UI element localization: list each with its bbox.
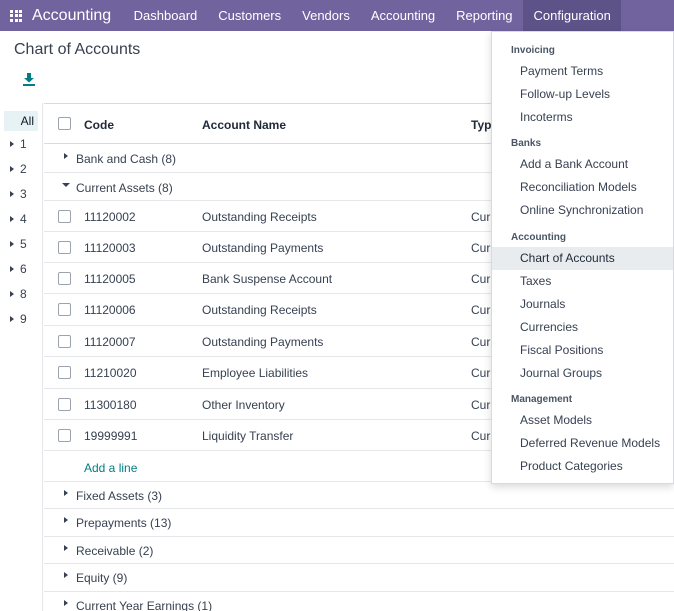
caret-right-icon — [64, 545, 68, 551]
account-code: 11120003 — [84, 241, 136, 255]
row-checkbox[interactable] — [58, 303, 71, 316]
column-header-type[interactable]: Typ — [471, 118, 491, 132]
menu-item-product-categories[interactable]: Product Categories — [492, 455, 673, 478]
sidebar-item-6[interactable]: 6 — [10, 262, 27, 276]
menu-dashboard[interactable]: Dashboard — [123, 0, 208, 31]
account-name: Bank Suspense Account — [202, 272, 333, 286]
group-row-prepayments[interactable]: Prepayments (13) — [44, 509, 674, 537]
group-row-receivable[interactable]: Receivable (2) — [44, 537, 674, 564]
add-line-link[interactable]: Add a line — [84, 461, 137, 475]
group-label: Current Assets (8) — [76, 181, 173, 195]
group-row-fixed-assets[interactable]: Fixed Assets (3) — [44, 482, 674, 509]
sidebar-item-1[interactable]: 1 — [10, 137, 27, 151]
column-header-account-name[interactable]: Account Name — [202, 118, 286, 132]
caret-right-icon — [64, 572, 68, 578]
dropdown-section-management: Management — [511, 394, 573, 405]
account-name: Outstanding Receipts — [202, 303, 317, 317]
group-row-current-year-earnings[interactable]: Current Year Earnings (1) — [44, 592, 674, 611]
dropdown-section-invoicing: Invoicing — [511, 45, 555, 56]
row-checkbox[interactable] — [58, 398, 71, 411]
account-code: 11120005 — [84, 272, 136, 286]
menu-customers[interactable]: Customers — [208, 0, 292, 31]
menu-item-taxes[interactable]: Taxes — [492, 270, 673, 293]
group-label: Receivable (2) — [76, 544, 154, 558]
top-navbar: Accounting Dashboard Customers Vendors A… — [0, 0, 674, 31]
sidebar-item-2[interactable]: 2 — [10, 162, 27, 176]
menu-item-fiscal-positions[interactable]: Fiscal Positions — [492, 339, 673, 362]
dropdown-section-banks: Banks — [511, 138, 542, 149]
caret-right-icon — [10, 191, 14, 197]
sidebar-item-5[interactable]: 5 — [10, 237, 27, 251]
row-checkbox[interactable] — [58, 241, 71, 254]
menu-item-reconciliation-models[interactable]: Reconciliation Models — [492, 176, 673, 199]
caret-right-icon — [10, 216, 14, 222]
caret-right-icon — [10, 166, 14, 172]
caret-right-icon — [64, 490, 68, 496]
menu-item-incoterms[interactable]: Incoterms — [492, 106, 673, 129]
menu-item-deferred-revenue-models[interactable]: Deferred Revenue Models — [492, 432, 673, 455]
caret-right-icon — [10, 266, 14, 272]
menu-item-chart-of-accounts[interactable]: Chart of Accounts — [492, 247, 673, 270]
group-label: Fixed Assets (3) — [76, 489, 163, 503]
account-name: Outstanding Payments — [202, 241, 324, 255]
dropdown-section-accounting: Accounting — [511, 232, 566, 243]
group-sidebar: All 1 2 3 4 5 6 8 9 — [0, 103, 43, 611]
caret-right-icon — [64, 153, 68, 159]
account-name: Outstanding Payments — [202, 335, 324, 349]
account-code: 11120002 — [84, 210, 136, 224]
row-checkbox[interactable] — [58, 366, 71, 379]
row-checkbox[interactable] — [58, 335, 71, 348]
account-code: 11300180 — [84, 398, 137, 412]
sidebar-item-9[interactable]: 9 — [10, 312, 27, 326]
configuration-dropdown: Invoicing Payment Terms Follow-up Levels… — [491, 31, 674, 484]
caret-right-icon — [64, 517, 68, 523]
app-brand[interactable]: Accounting — [32, 7, 111, 25]
menu-item-asset-models[interactable]: Asset Models — [492, 409, 673, 432]
column-header-code[interactable]: Code — [84, 118, 114, 132]
sidebar-item-all[interactable]: All — [4, 111, 38, 131]
apps-menu-icon[interactable] — [0, 0, 32, 31]
group-label: Equity (9) — [76, 571, 128, 585]
account-name: Outstanding Receipts — [202, 210, 317, 224]
row-checkbox[interactable] — [58, 429, 71, 442]
caret-right-icon — [10, 241, 14, 247]
group-row-equity[interactable]: Equity (9) — [44, 564, 674, 592]
account-code: 11120006 — [84, 303, 136, 317]
menu-configuration[interactable]: Configuration — [523, 0, 622, 31]
menu-item-journal-groups[interactable]: Journal Groups — [492, 362, 673, 385]
account-code: 19999991 — [84, 429, 138, 443]
row-checkbox[interactable] — [58, 210, 71, 223]
menu-item-payment-terms[interactable]: Payment Terms — [492, 60, 673, 83]
group-label: Current Year Earnings (1) — [76, 599, 213, 611]
caret-right-icon — [10, 316, 14, 322]
menu-item-follow-up-levels[interactable]: Follow-up Levels — [492, 83, 673, 106]
menu-item-online-synchronization[interactable]: Online Synchronization — [492, 199, 673, 222]
menu-vendors[interactable]: Vendors — [292, 0, 361, 31]
sidebar-item-8[interactable]: 8 — [10, 287, 27, 301]
caret-right-icon — [10, 291, 14, 297]
account-name: Other Inventory — [202, 398, 285, 412]
group-label: Prepayments (13) — [76, 516, 172, 530]
caret-right-icon — [10, 141, 14, 147]
menu-item-journals[interactable]: Journals — [492, 293, 673, 316]
account-name: Liquidity Transfer — [202, 429, 294, 443]
row-checkbox[interactable] — [58, 272, 71, 285]
page-title: Chart of Accounts — [14, 41, 141, 58]
sidebar-item-4[interactable]: 4 — [10, 212, 27, 226]
menu-accounting[interactable]: Accounting — [360, 0, 445, 31]
caret-right-icon — [64, 600, 68, 606]
sidebar-item-3[interactable]: 3 — [10, 187, 27, 201]
account-code: 11210020 — [84, 366, 137, 380]
account-name: Employee Liabilities — [202, 366, 309, 380]
select-all-checkbox[interactable] — [58, 117, 71, 130]
menu-reporting[interactable]: Reporting — [446, 0, 523, 31]
caret-down-icon — [62, 183, 70, 187]
menu-item-currencies[interactable]: Currencies — [492, 316, 673, 339]
account-code: 11120007 — [84, 335, 136, 349]
group-label: Bank and Cash (8) — [76, 152, 177, 166]
download-icon[interactable] — [22, 72, 36, 86]
menu-item-add-bank-account[interactable]: Add a Bank Account — [492, 153, 673, 176]
